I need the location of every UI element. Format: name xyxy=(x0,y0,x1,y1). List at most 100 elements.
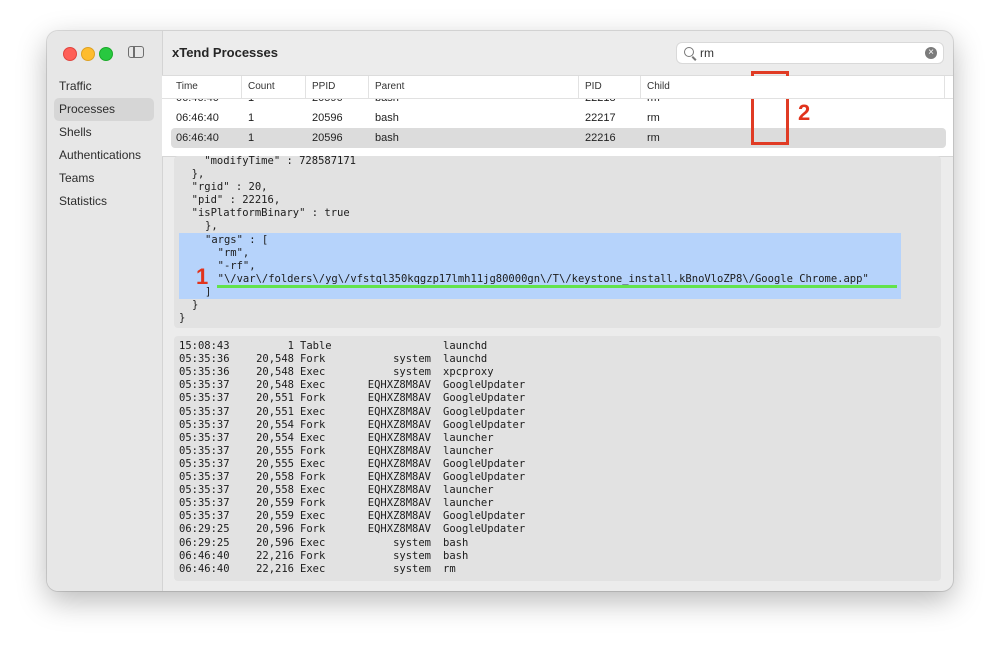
log-cell-team: EQHXZ8M8AV xyxy=(367,444,431,457)
json-line: "isPlatformBinary" : true xyxy=(179,207,350,219)
sidebar-item-teams[interactable]: Teams xyxy=(54,167,154,190)
log-cell-process: launcher xyxy=(443,497,494,510)
clear-search-icon[interactable]: × xyxy=(925,47,937,59)
log-cell-team: EQHXZ8M8AV xyxy=(367,431,431,444)
table-row[interactable]: 06:46:40 1 20596 bash 22217 rm xyxy=(171,108,946,128)
minimize-window-button[interactable] xyxy=(81,47,95,61)
cell-ppid: 20596 xyxy=(312,132,343,144)
annotation-label-2: 2 xyxy=(798,100,811,125)
cell-parent: bash xyxy=(375,112,399,124)
log-row[interactable]: 05:35:37 20,555 Exec EQHXZ8M8AV GoogleUpdate… xyxy=(179,458,919,471)
log-row[interactable]: 05:35:37 20,548 Exec EQHXZ8M8AV GoogleUpdate… xyxy=(179,379,919,392)
log-row[interactable]: 05:35:37 20,551 Fork EQHXZ8M8AV GoogleUpdate… xyxy=(179,392,919,405)
log-cell-count: 20,559 xyxy=(256,497,294,510)
log-cell-count: 20,554 xyxy=(256,431,294,444)
log-cell-event: Fork xyxy=(300,418,326,431)
sidebar: Traffic Processes Shells Authentications… xyxy=(47,31,163,591)
log-cell-team: EQHXZ8M8AV xyxy=(367,379,431,392)
log-cell-team: EQHXZ8M8AV xyxy=(367,497,431,510)
log-cell-event: Fork xyxy=(300,444,326,457)
close-window-button[interactable] xyxy=(63,47,77,61)
json-line-path: "\/var\/folders\/yg\/vfstql350kqgzp17lmh… xyxy=(205,273,869,285)
sidebar-item-shells[interactable]: Shells xyxy=(54,121,154,144)
zoom-window-button[interactable] xyxy=(99,47,113,61)
log-cell-process: xpcproxy xyxy=(443,366,494,379)
column-header-count[interactable]: Count xyxy=(241,76,305,98)
log-row[interactable]: 05:35:37 20,555 Fork EQHXZ8M8AV launcher xyxy=(179,445,919,458)
log-cell-time: 05:35:37 xyxy=(179,471,230,483)
sidebar-nav: Traffic Processes Shells Authentications… xyxy=(54,75,154,213)
log-row[interactable]: 05:35:36 20,548 Fork system launchd xyxy=(179,353,919,366)
log-row[interactable]: 05:35:37 20,554 Fork EQHXZ8M8AV GoogleUpdate… xyxy=(179,419,919,432)
sidebar-item-processes[interactable]: Processes xyxy=(54,98,154,121)
log-cell-count: 1 xyxy=(287,340,294,352)
log-row[interactable]: 05:35:37 20,551 Exec EQHXZ8M8AV GoogleUpdate… xyxy=(179,406,919,419)
log-row[interactable]: 06:46:40 22,216 Exec system rm xyxy=(179,563,919,576)
log-cell-team: EQHXZ8M8AV xyxy=(367,484,431,497)
log-cell-count: 20,551 xyxy=(256,392,294,405)
column-header-time[interactable]: Time xyxy=(170,76,241,98)
log-cell-count: 20,555 xyxy=(256,457,294,470)
cell-count: 1 xyxy=(248,132,255,144)
window-title: xTend Processes xyxy=(172,45,278,60)
log-cell-team: EQHXZ8M8AV xyxy=(367,510,431,523)
log-cell-time: 15:08:43 xyxy=(179,340,230,352)
sidebar-toggle-icon[interactable] xyxy=(128,46,144,58)
log-row[interactable]: 05:35:36 20,548 Exec system xpcproxy xyxy=(179,366,919,379)
search-input[interactable] xyxy=(700,44,920,62)
log-cell-event: Exec xyxy=(300,366,326,379)
sidebar-item-authentications[interactable]: Authentications xyxy=(54,144,154,167)
log-cell-count: 20,555 xyxy=(256,444,294,457)
event-log-panel[interactable]: 15:08:43 1 Table launchd 05:35:36 20,548 Fork s… xyxy=(174,336,941,581)
search-icon xyxy=(684,47,694,57)
log-row[interactable]: 05:35:37 20,558 Exec EQHXZ8M8AV launcher xyxy=(179,484,919,497)
log-cell-team: system xyxy=(393,536,431,549)
log-cell-team: system xyxy=(393,366,431,379)
search-field[interactable]: × xyxy=(676,42,944,64)
log-row[interactable]: 06:46:40 22,216 Fork system bash xyxy=(179,550,919,563)
log-cell-time: 06:29:25 xyxy=(179,523,230,536)
log-cell-count: 20,554 xyxy=(256,418,294,431)
json-detail-panel[interactable]: "modifyTime" : 728587171 }, "rgid" : 20,… xyxy=(174,156,941,328)
log-row[interactable]: 15:08:43 1 Table launchd xyxy=(179,340,919,353)
log-cell-team: EQHXZ8M8AV xyxy=(367,457,431,470)
log-cell-process: GoogleUpdater xyxy=(443,418,526,431)
log-row[interactable]: 05:35:37 20,554 Exec EQHXZ8M8AV launcher xyxy=(179,432,919,445)
json-line: "pid" : 22216, xyxy=(179,194,281,206)
log-cell-process: launchd xyxy=(443,340,488,352)
main-content: xTend Processes × Time Count PPID Parent… xyxy=(162,31,953,591)
sidebar-item-traffic[interactable]: Traffic xyxy=(54,75,154,98)
log-cell-count: 22,216 xyxy=(256,549,294,562)
cell-parent: bash xyxy=(375,132,399,144)
log-cell-count: 20,548 xyxy=(256,366,294,379)
json-line: } xyxy=(179,312,186,324)
log-cell-process: GoogleUpdater xyxy=(443,405,526,418)
log-cell-time: 05:35:37 xyxy=(179,497,230,510)
log-cell-time: 05:35:36 xyxy=(179,366,230,379)
log-cell-count: 20,548 xyxy=(256,353,294,366)
log-cell-event: Exec xyxy=(300,484,326,497)
log-row[interactable]: 05:35:37 20,559 Fork EQHXZ8M8AV launcher xyxy=(179,497,919,510)
column-header-child[interactable]: Child xyxy=(640,76,945,98)
log-row[interactable]: 06:29:25 20,596 Exec system bash xyxy=(179,537,919,550)
cell-child: rm xyxy=(647,132,660,144)
log-cell-time: 06:29:25 xyxy=(179,536,230,549)
log-row[interactable]: 06:29:25 20,596 Fork EQHXZ8M8AV GoogleUpdate… xyxy=(179,523,919,536)
column-header-pid[interactable]: PID xyxy=(578,76,640,98)
log-cell-count: 20,596 xyxy=(256,523,294,536)
log-row[interactable]: 05:35:37 20,559 Exec EQHXZ8M8AV GoogleUpdate… xyxy=(179,510,919,523)
log-cell-count: 20,559 xyxy=(256,510,294,523)
log-row[interactable]: 05:35:37 20,558 Fork EQHXZ8M8AV GoogleUpdate… xyxy=(179,471,919,484)
column-header-ppid[interactable]: PPID xyxy=(305,76,368,98)
column-header-parent[interactable]: Parent xyxy=(368,76,578,98)
cell-ppid: 20596 xyxy=(312,112,343,124)
log-cell-time: 05:35:37 xyxy=(179,405,230,418)
log-cell-process: GoogleUpdater xyxy=(443,392,526,405)
cell-time: 06:46:40 xyxy=(176,132,219,144)
log-cell-event: Exec xyxy=(300,562,326,575)
sidebar-item-statistics[interactable]: Statistics xyxy=(54,190,154,213)
log-cell-event: Exec xyxy=(300,457,326,470)
log-cell-event: Fork xyxy=(300,497,326,510)
log-cell-count: 20,548 xyxy=(256,379,294,392)
table-row-selected[interactable]: 06:46:40 1 20596 bash 22216 rm xyxy=(171,128,946,148)
